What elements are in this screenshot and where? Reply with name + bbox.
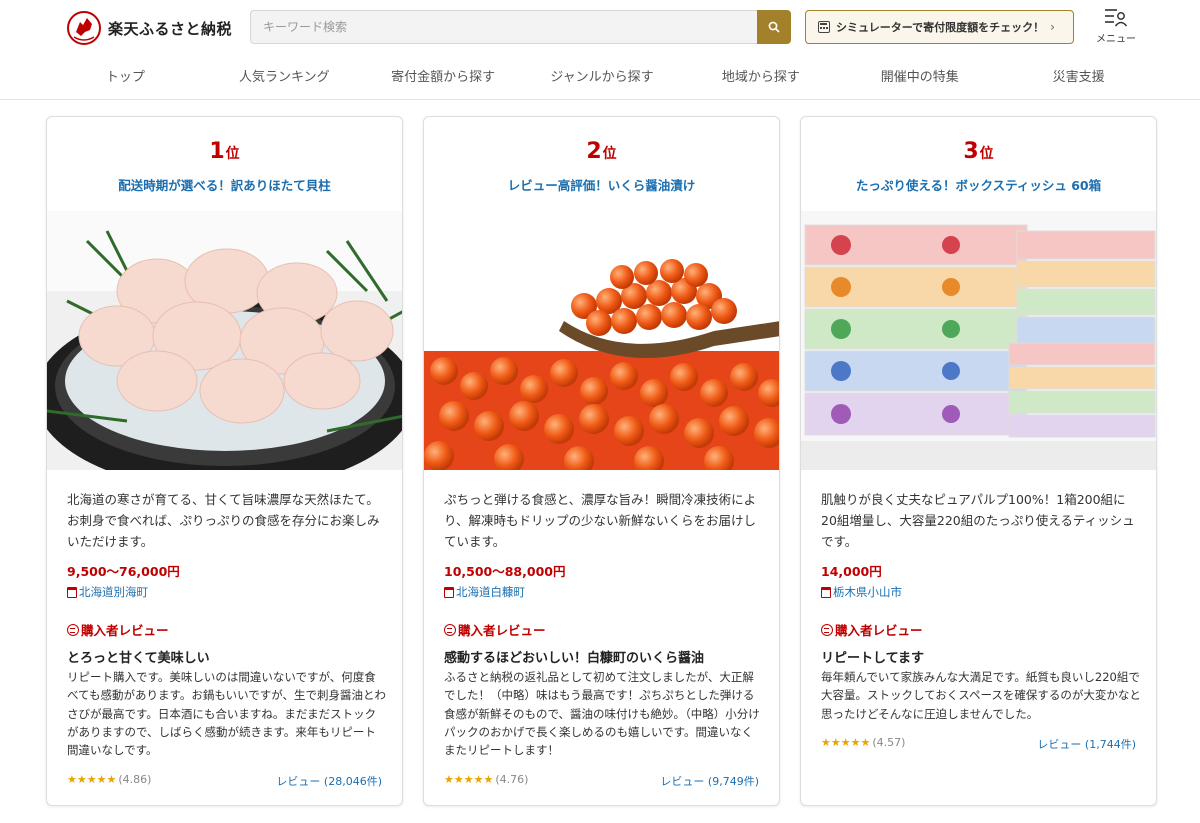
shop-icon xyxy=(444,586,454,598)
product-description: 北海道の寒さが育てる、甘くて旨味濃厚な天然ほたて。お刺身で食べれば、ぷりっぷりの… xyxy=(67,492,380,549)
product-location-link[interactable]: 栃木県小山市 xyxy=(821,584,902,600)
review-title: とろっと甘くて美味しい xyxy=(67,651,210,666)
review-heading: 購入者レビュー xyxy=(444,620,546,639)
rating-score: (4.76) xyxy=(495,773,529,786)
site-logo[interactable]: 楽天ふるさと納税 xyxy=(66,10,232,46)
review-body: 毎年頼んでいて家族みんな大満足です。紙質も良いし220組で大容量。ストックしてお… xyxy=(821,670,1141,721)
review-heading-label: 購入者レビュー xyxy=(81,623,169,638)
rating-score: (4.86) xyxy=(118,773,152,786)
star-icons: ★★★★★ xyxy=(444,773,494,786)
nav-ranking[interactable]: 人気ランキング xyxy=(205,62,364,94)
review-heading: 購入者レビュー xyxy=(821,620,923,639)
product-location-link[interactable]: 北海道白糠町 xyxy=(444,584,525,600)
product-image-tissue[interactable] xyxy=(801,211,1156,470)
simulator-label: シミュレーターで寄付限度額をチェック！ xyxy=(836,21,1045,34)
review-title: リピートしてます xyxy=(821,651,924,666)
rank-number: 3 xyxy=(963,139,979,164)
star-rating: ★★★★★ (4.86) xyxy=(67,773,151,786)
review-body: ふるさと納税の返礼品として初めて注文しましたが、大正解でした！（中略）味はもう最… xyxy=(444,670,760,758)
main-nav: トップ 人気ランキング 寄付金額から探す ジャンルから探す 地域から探す 開催中… xyxy=(46,62,1158,94)
review-heading-label: 購入者レビュー xyxy=(458,623,546,638)
shop-icon xyxy=(67,586,77,598)
menu-button[interactable]: メニュー xyxy=(1092,6,1140,46)
ranking-card[interactable]: 3位 たっぷり使える！ボックスティッシュ 60箱 肌触りが良く丈夫なピュアパルプ… xyxy=(800,116,1157,806)
review-count-link[interactable]: レビュー (9,749件) xyxy=(660,773,759,789)
menu-label: メニュー xyxy=(1096,34,1136,45)
rank-number: 1 xyxy=(209,139,225,164)
nav-by-region[interactable]: 地域から探す xyxy=(681,62,840,94)
search-button[interactable] xyxy=(757,10,791,44)
ranking-card[interactable]: 2位 レビュー高評価！いくら醤油漬け ぷちっと弾ける食感と、濃厚な旨み！瞬間冷凍… xyxy=(423,116,780,806)
logo-mark-icon xyxy=(67,11,101,45)
product-price: 14,000円 xyxy=(821,564,882,579)
rank-badge: 2位 xyxy=(424,139,779,164)
card-title[interactable]: 配送時期が選べる！訳ありほたて貝柱 xyxy=(47,175,402,194)
card-title[interactable]: レビュー高評価！いくら醤油漬け xyxy=(424,175,779,194)
speech-bubble-icon xyxy=(444,623,456,636)
product-price: 10,500〜88,000円 xyxy=(444,564,566,579)
rank-badge: 1位 xyxy=(47,139,402,164)
logo-text: 楽天ふるさと納税 xyxy=(108,19,233,38)
nav-by-amount[interactable]: 寄付金額から探す xyxy=(364,62,523,94)
location-label: 栃木県小山市 xyxy=(833,585,902,599)
shop-icon xyxy=(821,586,831,598)
search-input[interactable] xyxy=(250,10,757,44)
review-title: 感動するほどおいしい！白糠町のいくら醤油 xyxy=(444,651,705,666)
star-icons: ★★★★★ xyxy=(821,736,871,749)
product-image-ikura[interactable] xyxy=(424,211,779,470)
chevron-right-icon: › xyxy=(1050,20,1055,34)
nav-top[interactable]: トップ xyxy=(46,62,205,94)
review-body: リピート購入です。美味しいのは間違いないですが、何度食べても感動があります。お鍋… xyxy=(67,670,387,758)
speech-bubble-icon xyxy=(821,623,833,636)
rank-suffix: 位 xyxy=(979,146,994,162)
menu-user-icon xyxy=(1105,9,1128,27)
rank-badge: 3位 xyxy=(801,139,1156,164)
product-description: 肌触りが良く丈夫なピュアパルプ100%！1箱200組に20組増量し、大容量220… xyxy=(821,492,1135,549)
nav-disaster-support[interactable]: 災害支援 xyxy=(999,62,1158,94)
location-label: 北海道別海町 xyxy=(79,585,148,599)
rank-suffix: 位 xyxy=(225,146,240,162)
star-rating: ★★★★★ (4.57) xyxy=(821,736,905,749)
ranking-card[interactable]: 1位 配送時期が選べる！訳ありほたて貝柱 北海道の寒さが育てる、甘くて旨味濃厚な… xyxy=(46,116,403,806)
simulator-button[interactable]: シミュレーターで寄付限度額をチェック！ › xyxy=(805,10,1074,44)
nav-by-genre[interactable]: ジャンルから探す xyxy=(523,62,682,94)
review-count-link[interactable]: レビュー (1,744件) xyxy=(1037,736,1136,752)
location-label: 北海道白糠町 xyxy=(456,585,525,599)
product-price: 9,500〜76,000円 xyxy=(67,564,180,579)
star-icons: ★★★★★ xyxy=(67,773,117,786)
product-image-scallops[interactable] xyxy=(47,211,402,470)
rank-suffix: 位 xyxy=(602,146,617,162)
search-icon xyxy=(768,21,780,33)
speech-bubble-icon xyxy=(67,623,79,636)
review-heading: 購入者レビュー xyxy=(67,620,169,639)
nav-features[interactable]: 開催中の特集 xyxy=(840,62,999,94)
rank-number: 2 xyxy=(586,139,602,164)
site-header: 楽天ふるさと納税 シミュレーターで寄付限度額をチェック！ › メニュー トップ … xyxy=(0,0,1200,100)
review-count-link[interactable]: レビュー (28,046件) xyxy=(276,773,382,789)
search-bar xyxy=(250,10,791,44)
calculator-icon xyxy=(818,21,830,33)
card-title[interactable]: たっぷり使える！ボックスティッシュ 60箱 xyxy=(801,175,1156,194)
rating-score: (4.57) xyxy=(872,736,906,749)
product-description: ぷちっと弾ける食感と、濃厚な旨み！瞬間冷凍技術により、解凍時もドリップの少ない新… xyxy=(444,492,757,549)
product-location-link[interactable]: 北海道別海町 xyxy=(67,584,148,600)
review-heading-label: 購入者レビュー xyxy=(835,623,923,638)
star-rating: ★★★★★ (4.76) xyxy=(444,773,528,786)
